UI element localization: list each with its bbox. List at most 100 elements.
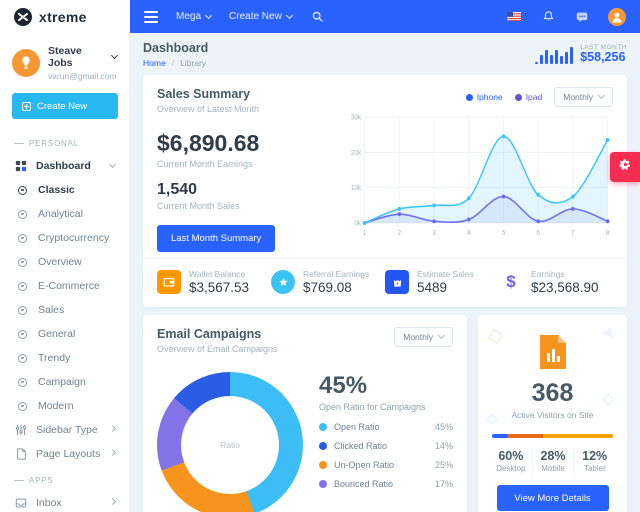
breadcrumb: Home / Library [143,57,207,68]
sidebar-menu: PERSONAL Dashboard Classic Analytical Crypto… [0,129,129,512]
deco-square [487,328,504,345]
avatar[interactable] [608,7,626,26]
sidebar-item-trendy[interactable]: Trendy [0,346,129,370]
nav-create-new[interactable]: Create New [229,11,293,22]
legend-dot [319,461,327,469]
sidebar-item-cryptocurrency[interactable]: Cryptocurrency [0,226,129,250]
dot-icon [16,281,29,291]
brand-logo-icon [14,7,32,26]
search-icon[interactable] [310,9,326,25]
device-stats: 60% Desktop 28% Mobile 12% Tablet [490,447,615,475]
legend-row: Un-Open Ratio 25% [319,460,453,470]
sidebar-item-page-layouts[interactable]: Page Layouts [0,442,129,466]
stat-wallet: Wallet Balance $3,567.53 [157,269,271,295]
sidebar-item-label: Campaign [38,376,86,388]
card-subtitle: Overview of Latest Month [157,104,260,114]
svg-text:2: 2 [398,230,402,237]
app-window: xtreme Mega Create New Steave Jobs varun… [0,0,640,512]
sidebar-item-label: Analytical [38,208,83,220]
sales-line-chart: 0k 10k 20k 30k 1 2 3 4 5 6 7 8 [351,114,610,237]
star-icon [271,270,295,294]
dot-icon [16,353,29,363]
stat-estimate-sales: Estimate Sales 5489 [385,269,499,295]
hamburger-icon[interactable] [144,10,158,23]
sidebar-item-dashboard[interactable]: Dashboard [0,154,129,178]
dot-icon [16,257,29,267]
svg-text:6: 6 [536,230,540,237]
dot-icon [16,209,29,219]
chat-icon[interactable] [574,9,590,25]
sidebar-item-general[interactable]: General [0,322,129,346]
active-visitors-card: 368 Active Visitors on Site 60% Desktop … [478,315,627,512]
sidebar-section-personal: PERSONAL [0,129,129,154]
page-title: Dashboard [143,40,209,55]
card-title: Email Campaigns [157,327,262,341]
ratio-legend: Open Ratio 45% Clicked Ratio 14% Un-Open… [319,422,453,489]
sidebar-item-label: Sales [38,304,65,316]
plus-icon [22,101,31,111]
brand-logo[interactable]: xtreme [0,0,130,33]
sidebar-item-campaign[interactable]: Campaign [0,370,129,394]
sidebar-item-label: Inbox [36,497,62,509]
last-month-widget: LAST MONTH $58,256 [535,44,627,65]
legend-row: Bounced Ratio 17% [319,479,453,489]
inbox-icon [14,497,27,509]
sidebar-item-sales[interactable]: Sales [0,298,129,322]
sidebar-item-analytical[interactable]: Analytical [0,202,129,226]
grid-icon [14,160,27,172]
svg-text:8: 8 [606,230,610,237]
user-name[interactable]: Steave Jobs [48,45,119,69]
chevron-down-icon [285,11,293,19]
svg-text:1: 1 [363,230,367,237]
wallet-icon [157,270,181,294]
breadcrumb-current: Library [180,57,207,68]
sidebar-item-sidebar-type[interactable]: Sidebar Type [0,418,129,442]
create-new-button[interactable]: Create New [12,93,118,119]
svg-text:30k: 30k [351,114,362,121]
sidebar-item-label: Overview [38,256,82,268]
stats-row: Wallet Balance $3,567.53 Referral Earnin… [143,258,627,307]
sidebar-item-overview[interactable]: Overview [0,250,129,274]
svg-text:7: 7 [571,230,575,237]
chevron-right-icon [108,448,117,457]
sidebar-item-label: Sidebar Type [36,424,98,436]
nav-mega[interactable]: Mega [176,11,213,22]
mini-bar-chart [535,44,574,65]
svg-text:0k: 0k [354,220,361,227]
settings-fab[interactable] [610,152,640,182]
view-more-details-button[interactable]: View More Details [496,485,609,511]
email-donut-chart: Ratio [157,372,303,512]
bag-icon [385,270,409,294]
sidebar-item-classic[interactable]: Classic [0,178,129,202]
chevron-down-icon [108,160,117,169]
svg-text:4: 4 [467,230,471,237]
flag-us-icon[interactable] [506,9,522,25]
dollar-icon: $ [506,272,516,291]
device-mobile: 28% Mobile [531,447,574,475]
chevron-right-icon [108,424,117,433]
sidebar-item-label: Modern [38,400,74,412]
last-month-value: $58,256 [580,49,626,64]
sidebar-item-inbox[interactable]: Inbox [0,491,129,512]
sidebar-item-modern[interactable]: Modern [0,394,129,418]
bell-icon[interactable] [540,9,556,25]
svg-text:3: 3 [432,230,436,237]
user-email: varun@gmail.com [48,71,117,81]
user-profile[interactable]: Steave Jobs varun@gmail.com [0,43,129,91]
brand-name: xtreme [39,8,87,25]
sidebar-item-e-commerce[interactable]: E-Commerce [0,274,129,298]
sidebar-item-label: Classic [38,184,75,196]
period-select[interactable]: Monthly [554,87,613,107]
donut-center-label: Ratio [220,440,240,450]
chevron-down-icon [597,91,606,100]
content: Sales Summary Overview of Latest Month $… [130,75,640,512]
dot-icon [16,401,29,411]
last-month-summary-button[interactable]: Last Month Summary [157,225,276,252]
sidebar-item-label: Trendy [38,352,71,364]
device-split-bar [492,434,613,438]
sidebar: Steave Jobs varun@gmail.com Create New P… [0,33,130,512]
legend-dot [319,442,327,450]
breadcrumb-home[interactable]: Home [143,58,166,68]
period-select[interactable]: Monthly [394,327,453,347]
device-desktop: 60% Desktop [496,449,526,473]
